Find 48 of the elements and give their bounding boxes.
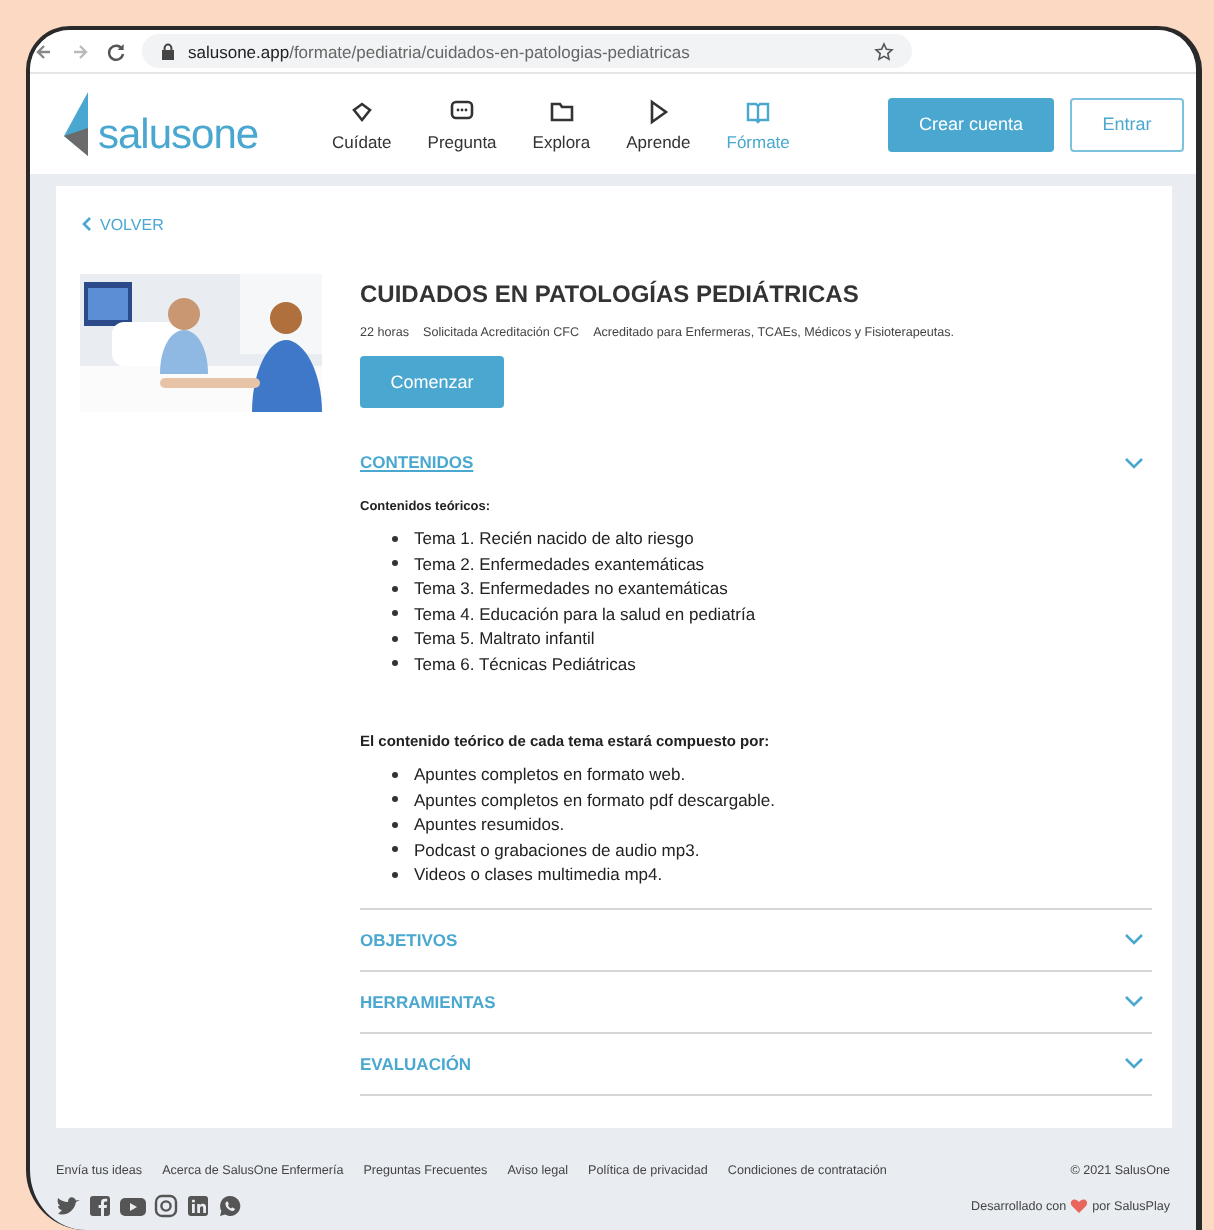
address-bar[interactable]: salusone.app/formate/pediatria/cuidados-en-patologias-pediatricas <box>142 34 912 68</box>
list-item: Tema 6. Técnicas Pediátricas <box>414 651 636 676</box>
list-item: Apuntes completos en formato web. <box>414 762 686 787</box>
list-item: Apuntes resumidos. <box>414 812 565 837</box>
chat-icon <box>448 97 477 125</box>
bullet-icon <box>392 660 398 667</box>
diamond-icon <box>347 97 376 125</box>
bullet-icon <box>392 771 398 778</box>
whatsapp-icon[interactable] <box>218 1194 242 1218</box>
list-item: Tema 4. Educación para la salud en pediatría <box>414 601 756 626</box>
list-item: Tema 3. Enfermedades no exantemáticas <box>414 576 728 601</box>
star-icon[interactable] <box>874 41 894 61</box>
book-icon <box>744 97 773 125</box>
bullet-icon <box>392 535 398 542</box>
bullet-icon <box>392 635 398 642</box>
nav-tab[interactable]: Pregunta <box>427 97 497 151</box>
chevron-left-icon <box>80 216 92 232</box>
heart-icon <box>1070 1198 1089 1214</box>
instagram-icon[interactable] <box>154 1194 178 1218</box>
list-item: Tema 2. Enfermedades exantemáticas <box>414 551 705 576</box>
chevron-down-icon <box>1124 994 1144 1008</box>
twitter-bird-icon[interactable] <box>56 1194 80 1218</box>
linkedin-icon[interactable] <box>186 1194 210 1218</box>
chevron-down-icon <box>1124 455 1144 469</box>
nav-tab[interactable]: Explora <box>532 97 591 151</box>
bullet-icon <box>392 796 398 803</box>
list-item: Podcast o grabaciones de audio mp3. <box>414 837 700 862</box>
back-arrow-icon[interactable] <box>34 41 54 61</box>
facebook-icon[interactable] <box>88 1194 112 1218</box>
nav-tab[interactable]: Aprende <box>626 97 691 151</box>
bullet-icon <box>392 846 398 853</box>
list-item: Apuntes completos en formato pdf descargable. <box>414 787 775 812</box>
nav-tab[interactable]: Cuídate <box>332 97 392 151</box>
bullet-icon <box>392 871 398 878</box>
list-item: Videos o clases multimedia mp4. <box>414 862 663 887</box>
course-title: CUIDADOS EN PATOLOGÍAS PEDIÁTRICAS <box>360 280 861 308</box>
list-item: Tema 5. Maltrato infantil <box>414 626 595 651</box>
reload-icon[interactable] <box>106 41 126 61</box>
chevron-down-icon <box>1124 1056 1144 1070</box>
youtube-icon[interactable] <box>120 1194 146 1218</box>
chevron-down-icon <box>1124 932 1144 946</box>
list-item: Tema 1. Recién nacido de alto riesgo <box>414 526 694 551</box>
bullet-icon <box>392 560 398 567</box>
bullet-icon <box>392 821 398 828</box>
bullet-icon <box>392 585 398 592</box>
bullet-icon <box>392 610 398 617</box>
lock-icon <box>160 42 176 60</box>
folder-icon <box>547 97 576 125</box>
